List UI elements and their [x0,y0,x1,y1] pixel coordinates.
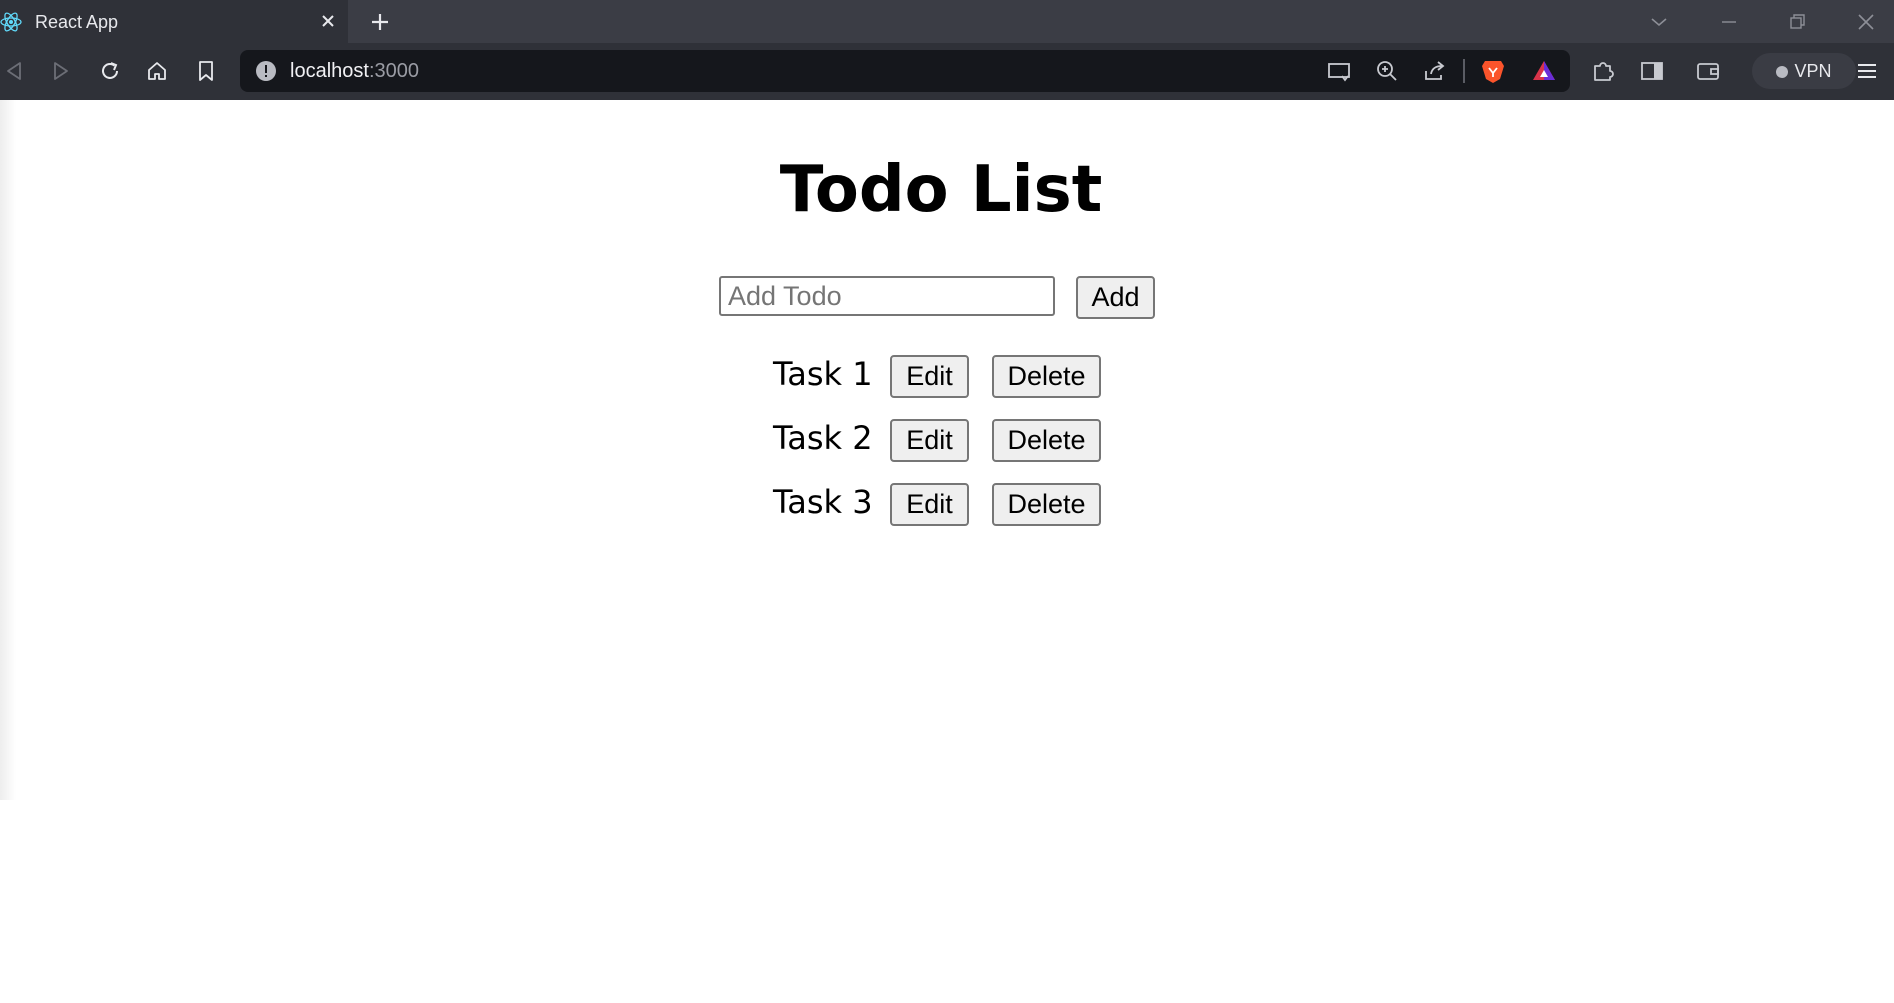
minimize-icon[interactable] [1715,8,1743,36]
todo-text: Task 2 [773,419,873,457]
vpn-label: VPN [1794,61,1832,81]
edit-button[interactable]: Edit [890,355,969,398]
add-todo-input[interactable] [719,276,1055,316]
edit-button[interactable]: Edit [890,419,969,462]
react-logo-icon [0,12,22,32]
page-title: Todo List [779,153,1103,227]
plus-icon[interactable] [368,10,392,34]
todo-text: Task 1 [773,355,873,393]
edit-button[interactable]: Edit [890,483,969,526]
forward-arrow-icon[interactable] [47,57,75,85]
delete-button[interactable]: Delete [992,355,1101,398]
chevron-down-icon[interactable] [1645,8,1673,36]
sidebar-icon[interactable] [1638,57,1666,85]
address-bar[interactable]: localhost:3000 [240,50,1570,92]
close-icon[interactable] [317,10,339,32]
url-port: :3000 [368,60,419,82]
brave-rewards-triangle-icon[interactable] [1530,57,1558,85]
tab-title: React App [35,12,119,32]
delete-button[interactable]: Delete [992,483,1101,526]
share-icon[interactable] [1421,57,1449,85]
brave-lion-icon[interactable] [1479,57,1507,85]
browser-tab[interactable]: React App [0,0,348,43]
page-content [0,100,1894,1003]
vpn-status-icon [1776,66,1789,78]
wallet-icon[interactable] [1694,57,1722,85]
zoom-in-icon[interactable] [1373,57,1401,85]
cast-icon[interactable] [1325,57,1353,85]
delete-button[interactable]: Delete [992,419,1101,462]
info-icon[interactable] [255,60,277,82]
add-button[interactable]: Add [1076,276,1155,319]
back-arrow-icon[interactable] [0,57,28,85]
puzzle-icon[interactable] [1589,57,1617,85]
bookmark-icon[interactable] [192,57,220,85]
tab-strip: React App [0,0,1894,43]
home-icon[interactable] [143,57,171,85]
todo-text: Task 3 [773,483,873,521]
url-text[interactable]: localhost:3000 [290,60,419,82]
url-host: localhost [290,60,369,82]
hamburger-menu-icon[interactable] [1853,57,1881,85]
vpn-button[interactable]: VPN [1752,53,1856,89]
restore-icon[interactable] [1783,8,1811,36]
window-close-icon[interactable] [1852,8,1880,36]
reload-icon[interactable] [96,57,124,85]
toolbar-divider [1463,59,1465,83]
